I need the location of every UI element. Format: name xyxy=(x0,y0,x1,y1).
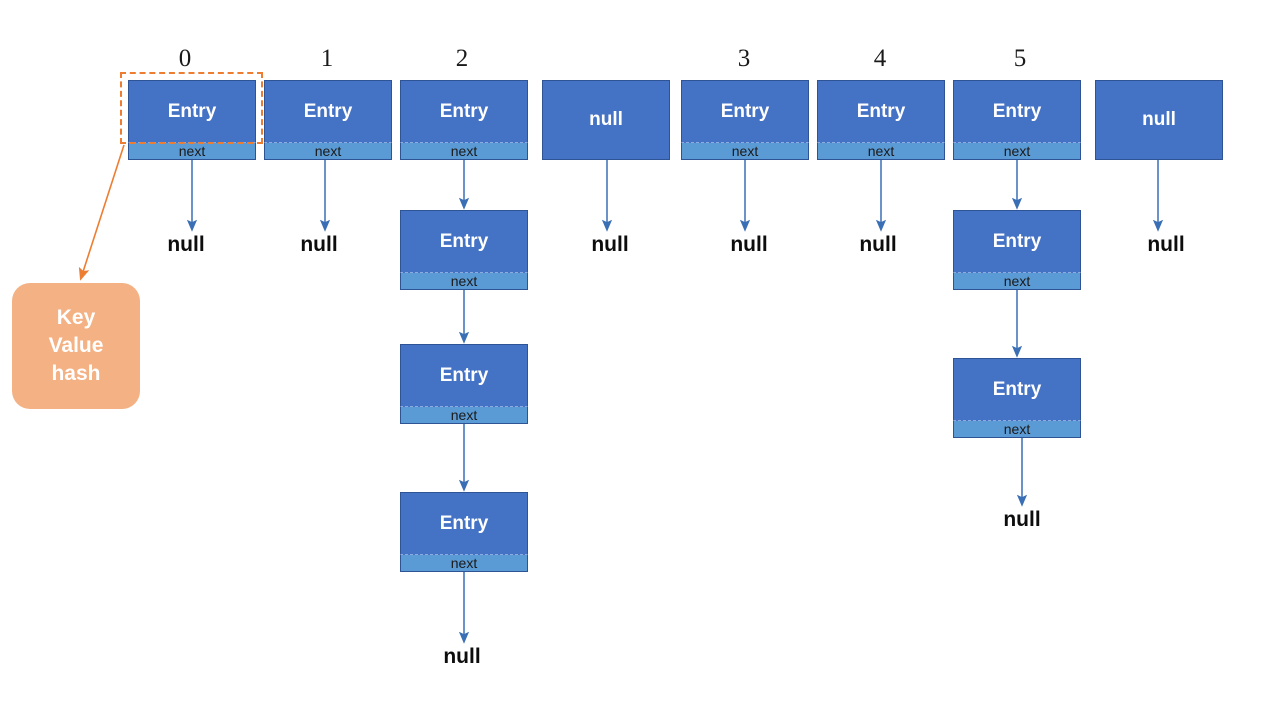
entry-node-bucket5-2[interactable]: Entry next xyxy=(953,358,1081,438)
entry-node-next-field: next xyxy=(400,273,528,290)
null-bucket-node-b[interactable]: null xyxy=(1095,80,1223,160)
entry-node-head: Entry xyxy=(400,344,528,407)
entry-node-next-field: next xyxy=(400,555,528,572)
terminal-null-bucket4: null xyxy=(859,233,897,256)
callout-leader-arrow xyxy=(78,144,125,281)
terminal-null-bucket0: null xyxy=(167,233,205,256)
entry-node-bucket1-0[interactable]: Entry next xyxy=(264,80,392,160)
entry-node-bucket5-0[interactable]: Entry next xyxy=(953,80,1081,160)
entry-node-head: Entry xyxy=(953,80,1081,143)
callout-line-hash: hash xyxy=(51,361,101,385)
entry-node-next-field: next xyxy=(400,407,528,424)
entry-node-head: Entry xyxy=(400,80,528,143)
entry-node-next-field: next xyxy=(128,143,256,160)
callout-line-key: Key xyxy=(56,306,96,330)
entry-node-head: Entry xyxy=(400,492,528,555)
terminal-null-bucket1: null xyxy=(300,233,338,256)
entry-node-bucket5-1[interactable]: Entry next xyxy=(953,210,1081,290)
entry-node-head: Entry xyxy=(953,210,1081,273)
column-header-3: 3 xyxy=(737,45,751,72)
diagram-canvas: 0 1 2 3 4 5 Entry next null Entry next n… xyxy=(0,0,1280,720)
entry-node-next-field: next xyxy=(817,143,945,160)
entry-node-bucket2-1[interactable]: Entry next xyxy=(400,210,528,290)
entry-node-bucket2-0[interactable]: Entry next xyxy=(400,80,528,160)
entry-node-next-field: next xyxy=(953,273,1081,290)
column-header-1: 1 xyxy=(320,45,334,72)
selection-highlight-frame xyxy=(120,72,263,144)
terminal-null-bucket3: null xyxy=(730,233,768,256)
callout-line-value: Value xyxy=(48,334,104,358)
entry-node-next-field: next xyxy=(400,143,528,160)
entry-node-head: Entry xyxy=(264,80,392,143)
entry-node-head: Entry xyxy=(953,358,1081,421)
terminal-null-bucket-b: null xyxy=(1147,233,1185,256)
column-header-0: 0 xyxy=(178,45,192,72)
entry-node-next-field: next xyxy=(953,143,1081,160)
entry-node-bucket4-0[interactable]: Entry next xyxy=(817,80,945,160)
terminal-null-bucket2: null xyxy=(443,645,481,668)
terminal-null-bucket-a: null xyxy=(591,233,629,256)
entry-node-head: Entry xyxy=(817,80,945,143)
column-header-5: 5 xyxy=(1013,45,1027,72)
entry-node-next-field: next xyxy=(681,143,809,160)
column-header-4: 4 xyxy=(873,45,887,72)
entry-node-head: Entry xyxy=(681,80,809,143)
entry-node-bucket2-3[interactable]: Entry next xyxy=(400,492,528,572)
entry-node-next-field: next xyxy=(264,143,392,160)
entry-node-next-field: next xyxy=(953,421,1081,438)
terminal-null-bucket5: null xyxy=(1003,508,1041,531)
column-header-2: 2 xyxy=(455,45,469,72)
entry-node-head: Entry xyxy=(400,210,528,273)
entry-fields-callout: Key Value hash xyxy=(12,283,140,409)
null-bucket-node-a[interactable]: null xyxy=(542,80,670,160)
entry-node-bucket3-0[interactable]: Entry next xyxy=(681,80,809,160)
entry-node-bucket2-2[interactable]: Entry next xyxy=(400,344,528,424)
